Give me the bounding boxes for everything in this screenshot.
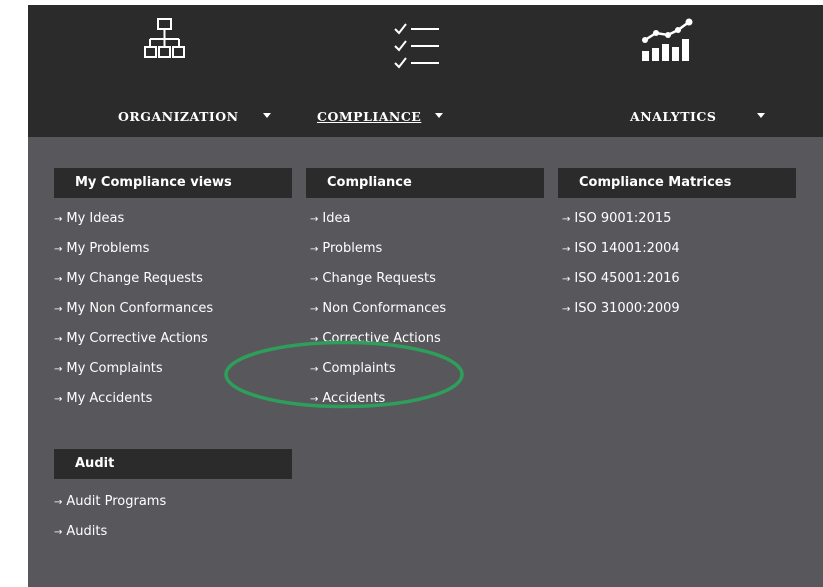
chevron-down-icon[interactable] bbox=[435, 113, 443, 118]
org-chart-icon bbox=[144, 18, 185, 58]
nav-organization-label[interactable]: ORGANIZATION bbox=[118, 109, 239, 124]
link-my-ideas[interactable]: → My Ideas bbox=[54, 211, 124, 226]
link-label[interactable]: Idea bbox=[322, 211, 350, 226]
arrow-right-icon: → bbox=[54, 214, 63, 225]
arrow-right-icon: → bbox=[310, 214, 319, 225]
section-header-audit: Audit bbox=[54, 449, 292, 479]
nav-analytics-label[interactable]: ANALYTICS bbox=[630, 109, 716, 124]
arrow-right-icon: → bbox=[54, 334, 63, 345]
link-my-non-conformances[interactable]: → My Non Conformances bbox=[54, 301, 213, 316]
section-header-my-compliance-views: My Compliance views bbox=[54, 168, 292, 198]
link-iso-9001[interactable]: → ISO 9001:2015 bbox=[562, 211, 671, 226]
link-label[interactable]: Problems bbox=[322, 241, 382, 256]
arrow-right-icon: → bbox=[54, 527, 63, 538]
link-my-accidents[interactable]: → My Accidents bbox=[54, 391, 152, 406]
link-label[interactable]: My Problems bbox=[66, 241, 149, 256]
section-header-compliance: Compliance bbox=[306, 168, 544, 198]
link-my-change-requests[interactable]: → My Change Requests bbox=[54, 271, 203, 286]
arrow-right-icon: → bbox=[54, 304, 63, 315]
link-label[interactable]: Audit Programs bbox=[66, 494, 166, 509]
link-change-requests[interactable]: → Change Requests bbox=[310, 271, 436, 286]
arrow-right-icon: → bbox=[54, 364, 63, 375]
app-window: ORGANIZATION COMPLIANCE ANALYTICS My Com… bbox=[28, 5, 823, 587]
highlight-ellipse-annotation bbox=[224, 340, 464, 409]
nav-compliance[interactable]: COMPLIANCE bbox=[313, 5, 543, 137]
link-my-complaints[interactable]: → My Complaints bbox=[54, 361, 163, 376]
arrow-right-icon: → bbox=[54, 394, 63, 405]
link-my-corrective-actions[interactable]: → My Corrective Actions bbox=[54, 331, 208, 346]
link-iso-14001[interactable]: → ISO 14001:2004 bbox=[562, 241, 680, 256]
link-label[interactable]: Change Requests bbox=[322, 271, 435, 286]
link-my-problems[interactable]: → My Problems bbox=[54, 241, 149, 256]
link-audits[interactable]: → Audits bbox=[54, 524, 107, 539]
link-label[interactable]: My Non Conformances bbox=[66, 301, 213, 316]
section-header-compliance-matrices: Compliance Matrices bbox=[558, 168, 796, 198]
link-label[interactable]: ISO 45001:2016 bbox=[574, 271, 679, 286]
arrow-right-icon: → bbox=[310, 274, 319, 285]
link-iso-45001[interactable]: → ISO 45001:2016 bbox=[562, 271, 680, 286]
arrow-right-icon: → bbox=[310, 244, 319, 255]
bar-chart-trend-icon bbox=[642, 18, 693, 61]
link-non-conformances[interactable]: → Non Conformances bbox=[310, 301, 446, 316]
chevron-down-icon[interactable] bbox=[263, 113, 271, 118]
link-idea[interactable]: → Idea bbox=[310, 211, 350, 226]
link-label[interactable]: My Corrective Actions bbox=[66, 331, 207, 346]
link-label[interactable]: ISO 31000:2009 bbox=[574, 301, 679, 316]
nav-compliance-label[interactable]: COMPLIANCE bbox=[317, 109, 421, 124]
arrow-right-icon: → bbox=[562, 244, 571, 255]
arrow-right-icon: → bbox=[310, 304, 319, 315]
link-label[interactable]: My Complaints bbox=[66, 361, 162, 376]
link-problems[interactable]: → Problems bbox=[310, 241, 382, 256]
arrow-right-icon: → bbox=[54, 274, 63, 285]
arrow-right-icon: → bbox=[562, 304, 571, 315]
top-navigation-bar: ORGANIZATION COMPLIANCE ANALYTICS bbox=[28, 5, 823, 137]
link-label[interactable]: My Ideas bbox=[66, 211, 124, 226]
link-label[interactable]: Audits bbox=[66, 524, 107, 539]
link-label[interactable]: ISO 9001:2015 bbox=[574, 211, 671, 226]
link-iso-31000[interactable]: → ISO 31000:2009 bbox=[562, 301, 680, 316]
checklist-icon bbox=[394, 23, 439, 69]
nav-analytics[interactable]: ANALYTICS bbox=[618, 5, 798, 137]
arrow-right-icon: → bbox=[562, 214, 571, 225]
nav-organization[interactable]: ORGANIZATION bbox=[88, 5, 278, 137]
link-label[interactable]: ISO 14001:2004 bbox=[574, 241, 679, 256]
arrow-right-icon: → bbox=[54, 497, 63, 508]
chevron-down-icon[interactable] bbox=[757, 113, 765, 118]
link-audit-programs[interactable]: → Audit Programs bbox=[54, 494, 166, 509]
arrow-right-icon: → bbox=[562, 274, 571, 285]
link-label[interactable]: My Accidents bbox=[66, 391, 152, 406]
link-label[interactable]: Non Conformances bbox=[322, 301, 446, 316]
arrow-right-icon: → bbox=[54, 244, 63, 255]
link-label[interactable]: My Change Requests bbox=[66, 271, 203, 286]
